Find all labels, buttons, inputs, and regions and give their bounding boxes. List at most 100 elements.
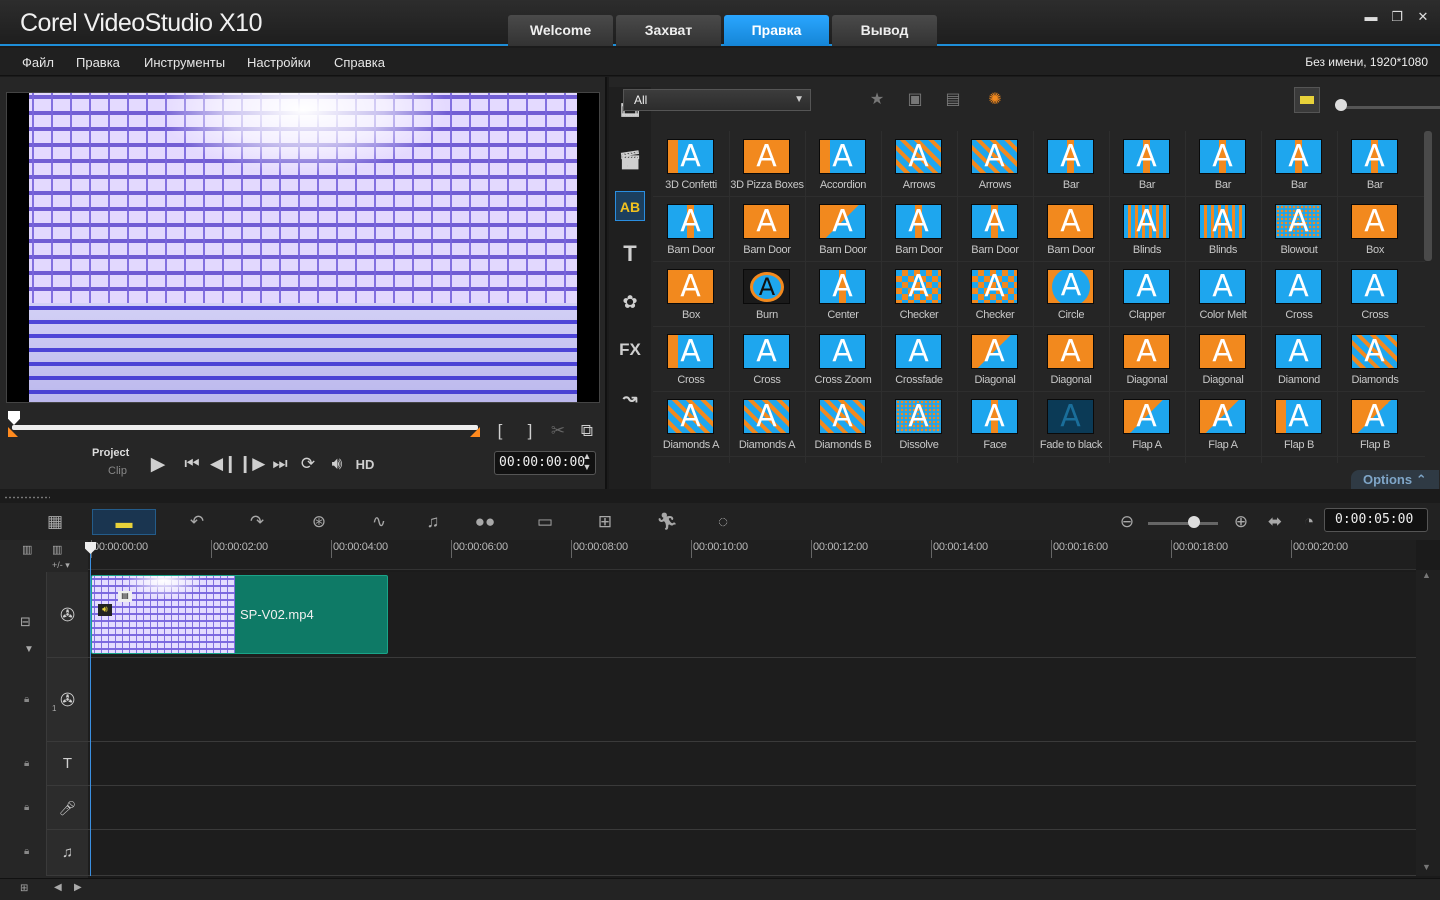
overlay-track[interactable] [88, 658, 1416, 742]
project-duration[interactable]: 0:00:05:00 [1324, 508, 1428, 532]
scissors-icon[interactable]: ✂ [548, 421, 568, 441]
lock-icon[interactable]: 🔒︎ [24, 694, 36, 705]
transition-item[interactable]: A Cross Zoom [805, 326, 881, 391]
scrubber-bar[interactable] [12, 425, 478, 430]
add-favorite-icon[interactable]: ★ [863, 88, 891, 112]
auto-music-icon[interactable]: ♫ [416, 509, 450, 535]
path-icon[interactable]: ↝ [615, 383, 645, 413]
lock-icon[interactable]: 🔒︎ [24, 802, 36, 813]
project-mode-label[interactable]: Project [92, 447, 129, 459]
transition-item[interactable]: A Fade to black [1033, 391, 1109, 456]
undo-icon[interactable]: ↶ [180, 509, 214, 535]
options-button[interactable]: Options ⌃ [1351, 470, 1439, 489]
sound-mixer-icon[interactable]: ∿ [362, 509, 396, 535]
panel-grip[interactable] [4, 496, 50, 499]
transition-item[interactable]: A Arrows [957, 131, 1033, 196]
scroll-down-icon[interactable]: ▼ [1422, 862, 1431, 872]
transition-item[interactable]: A Accordion [805, 131, 881, 196]
filter-icon[interactable]: FX [615, 335, 645, 365]
graphics-icon[interactable]: ✿ [615, 287, 645, 317]
video-track-icon[interactable]: ✇ [46, 572, 88, 658]
title-icon[interactable]: T [615, 239, 645, 269]
transition-item[interactable]: A Diamond [1261, 326, 1337, 391]
transition-item[interactable]: A Bar [1337, 131, 1413, 196]
transition-item[interactable]: A Barn Door [805, 196, 881, 261]
timecode-spinner-icon[interactable]: ▲ ▼ [580, 451, 594, 473]
transition-item[interactable]: A Diagonal [1109, 326, 1185, 391]
repeat-icon[interactable]: ⟳ [296, 454, 320, 474]
transition-item[interactable]: A 3D Pizza Boxes [729, 131, 805, 196]
title-track[interactable] [88, 742, 1416, 786]
overlay-track-icon[interactable]: ✇ [46, 658, 88, 742]
tab-edit[interactable]: Правка [724, 15, 829, 46]
add-remove-chapter-icon[interactable]: +/- ▾ [52, 560, 82, 570]
clip-mode-label[interactable]: Clip [108, 465, 127, 477]
close-button[interactable]: ✕ [1412, 8, 1434, 26]
apply-current-transition-icon[interactable]: ▤ [939, 88, 967, 112]
transition-item[interactable]: A 3D Confetti [653, 131, 729, 196]
voice-track-icon[interactable]: 🎤︎ [46, 786, 88, 830]
mask-creator-icon[interactable]: ◌ [706, 509, 740, 535]
lock-icon[interactable]: 🔒︎ [24, 758, 36, 769]
playhead[interactable] [90, 546, 91, 876]
transition-item[interactable]: A Cross [1261, 261, 1337, 326]
music-track-icon[interactable]: ♫ [46, 830, 88, 876]
transition-item[interactable]: A Circle [1033, 261, 1109, 326]
transition-item[interactable]: A Cross [653, 326, 729, 391]
scroll-up-icon[interactable]: ▲ [1422, 570, 1431, 580]
next-frame-icon[interactable]: ❙▶ [238, 454, 265, 474]
transition-item[interactable]: A Diamonds A [729, 391, 805, 456]
timeline-view-icon[interactable]: ▬ [92, 509, 156, 535]
transition-item[interactable]: A Checker [881, 261, 957, 326]
transition-settings-icon[interactable]: ✺ [981, 88, 1009, 112]
transition-item[interactable]: A Diamonds B [805, 391, 881, 456]
transition-item[interactable]: A Box [653, 261, 729, 326]
transition-item[interactable]: A Cross [1337, 261, 1413, 326]
tab-share[interactable]: Вывод [832, 15, 937, 46]
library-filter-select[interactable]: All ▼ [623, 89, 811, 111]
transition-item[interactable]: A Arrows [881, 131, 957, 196]
transition-item[interactable]: A Color Melt [1185, 261, 1261, 326]
zoom-in-icon[interactable]: ⊕ [1224, 509, 1258, 535]
menu-settings[interactable]: Настройки [247, 55, 311, 70]
time-remapping-icon[interactable]: 🏃︎ [650, 509, 684, 535]
timeline-scrollbar[interactable]: ▲ ▼ [1416, 570, 1440, 876]
transition-item[interactable]: A Dissolve [881, 391, 957, 456]
thumbnail-size-knob[interactable] [1335, 99, 1347, 111]
transition-item[interactable]: A Flap B [1337, 391, 1413, 456]
scrubber-handle[interactable] [8, 411, 20, 425]
collapse-icon[interactable]: ▼ [24, 644, 34, 655]
subtitle-editor-icon[interactable]: ▭ [528, 509, 562, 535]
previous-frame-icon[interactable]: ◀❙ [210, 454, 237, 474]
thumbnail-size-slider[interactable] [1339, 106, 1440, 109]
transition-icon[interactable]: AB [615, 191, 645, 221]
track-manager-icon[interactable]: ▥ [22, 543, 46, 557]
scroll-right-icon[interactable]: ▶ [74, 882, 82, 893]
storyboard-view-icon[interactable]: ▦ [38, 509, 72, 535]
title-track-icon[interactable]: T [46, 742, 88, 786]
transition-item[interactable]: A Diamonds [1337, 326, 1413, 391]
transition-item[interactable]: A Flap A [1109, 391, 1185, 456]
play-icon[interactable]: ▶ [146, 453, 170, 476]
transition-item[interactable]: A Flap A [1185, 391, 1261, 456]
multi-camera-icon[interactable]: ⊞ [588, 509, 622, 535]
record-capture-icon[interactable]: ⊛ [302, 509, 336, 535]
transition-item[interactable]: A Face [957, 391, 1033, 456]
music-track[interactable] [88, 830, 1416, 876]
volume-icon[interactable]: 🔊︎ [324, 454, 350, 474]
transition-item[interactable]: A Blinds [1109, 196, 1185, 261]
transition-item[interactable]: A Box [1337, 196, 1413, 261]
transition-item[interactable]: A Barn Door [957, 196, 1033, 261]
menu-edit[interactable]: Правка [76, 55, 120, 70]
transition-item[interactable]: A Bar [1033, 131, 1109, 196]
motion-tracking-icon[interactable]: ●● [468, 509, 502, 535]
hd-toggle[interactable]: HD [352, 457, 378, 472]
transition-item[interactable]: A Bar [1261, 131, 1337, 196]
timeline-zoom-knob[interactable] [1188, 516, 1200, 528]
enlarge-icon[interactable]: ⧉ [576, 421, 598, 441]
transition-item[interactable]: A Bar [1109, 131, 1185, 196]
transition-item[interactable]: A Cross [729, 326, 805, 391]
transition-item[interactable]: A Diagonal [957, 326, 1033, 391]
timeline-ruler[interactable]: 00:00:00:00 00:00:02:00 00:00:04:00 00:00:0… [88, 540, 1416, 570]
mark-out-button[interactable]: ] [520, 421, 540, 441]
